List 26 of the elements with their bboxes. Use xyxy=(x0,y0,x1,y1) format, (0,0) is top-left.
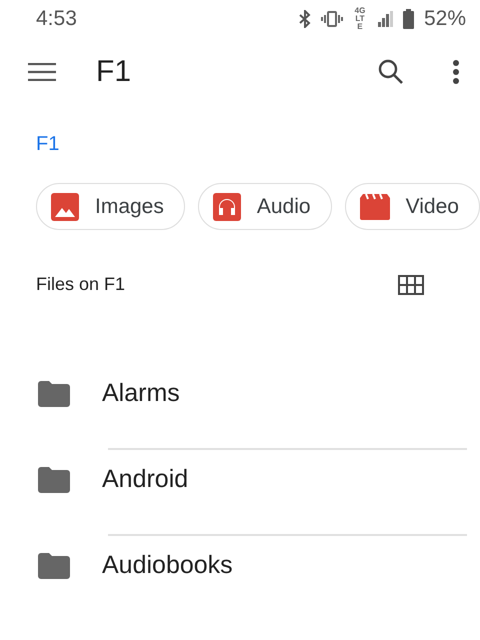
menu-button[interactable] xyxy=(28,63,56,81)
folder-icon xyxy=(38,466,70,492)
headphones-icon xyxy=(212,192,241,220)
category-chip[interactable]: Video xyxy=(344,183,480,230)
folder-icon xyxy=(38,380,70,406)
image-icon xyxy=(51,192,79,220)
folder-icon xyxy=(38,552,70,578)
category-chip[interactable]: Images xyxy=(36,183,185,230)
breadcrumb-link[interactable]: F1 xyxy=(36,133,60,156)
battery-icon xyxy=(402,9,414,29)
more-options-button[interactable] xyxy=(452,60,460,84)
status-time: 4:53 xyxy=(36,7,78,31)
toolbar-title: F1 xyxy=(96,55,132,89)
battery-percent: 52% xyxy=(424,7,466,31)
signal-icon xyxy=(376,11,393,27)
folder-name: Android xyxy=(102,465,188,494)
search-button[interactable] xyxy=(378,59,404,85)
category-chip[interactable]: Audio xyxy=(198,183,332,230)
folder-name: Audiobooks xyxy=(102,551,233,580)
bluetooth-icon xyxy=(298,10,311,28)
folder-name: Alarms xyxy=(102,379,180,408)
vibrate-icon xyxy=(320,11,343,27)
clapperboard-icon xyxy=(360,194,390,220)
network-type: 4G LTE xyxy=(354,7,366,31)
section-title: Files on F1 xyxy=(36,274,126,295)
grid-view-button[interactable] xyxy=(398,274,424,294)
